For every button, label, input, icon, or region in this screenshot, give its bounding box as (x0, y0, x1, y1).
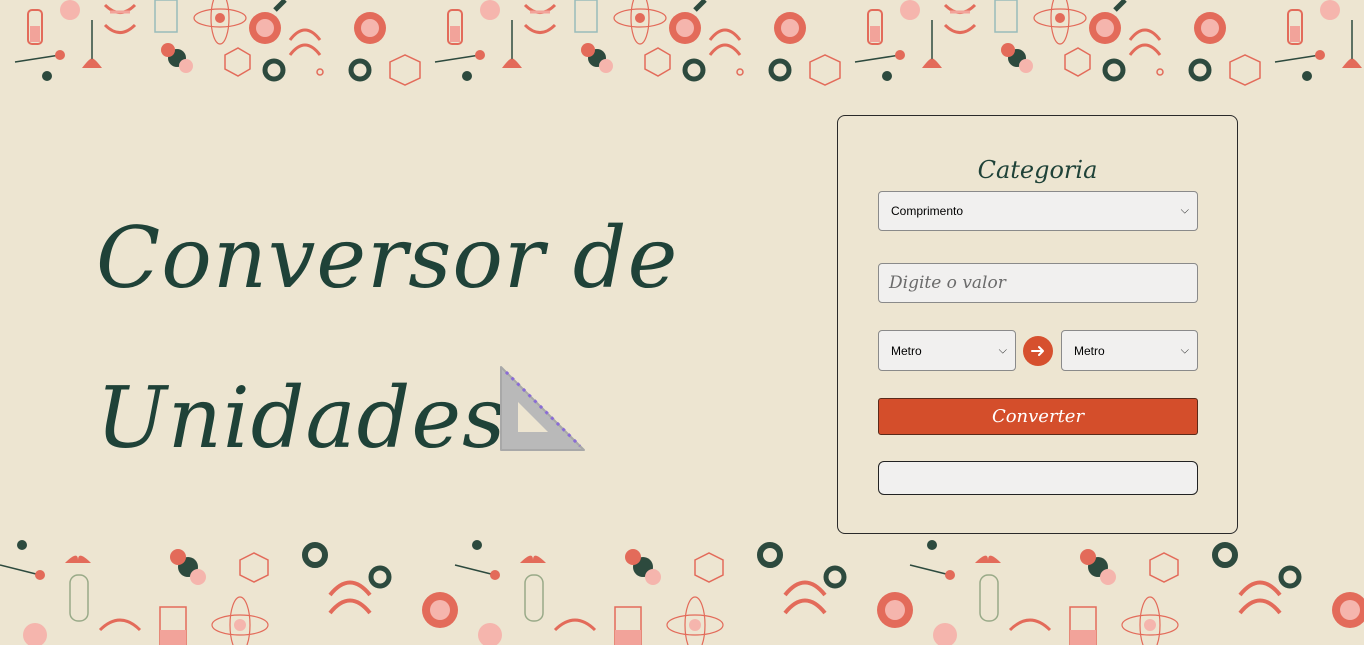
category-select[interactable]: Comprimento ⌵ (878, 191, 1198, 231)
chevron-down-icon: ⌵ (998, 344, 1007, 356)
to-unit-value: Metro (1074, 343, 1105, 358)
category-label: Categoria (977, 156, 1098, 184)
triangular-ruler-icon (498, 364, 588, 458)
chevron-down-icon: ⌵ (1180, 344, 1189, 356)
title-line-1: Conversor de (96, 209, 679, 307)
top-science-pattern (0, 0, 1364, 90)
category-select-value: Comprimento (891, 204, 964, 218)
arrow-right-icon[interactable] (1023, 336, 1053, 366)
from-unit-value: Metro (891, 343, 922, 358)
from-unit-select[interactable]: Metro ⌵ (878, 330, 1016, 371)
result-field (878, 461, 1198, 495)
value-input[interactable]: Digite o valor (878, 263, 1198, 303)
title-line-2: Unidades (96, 369, 507, 467)
converter-card: Categoria Comprimento ⌵ Digite o valor M… (837, 115, 1238, 534)
to-unit-select[interactable]: Metro ⌵ (1061, 330, 1198, 371)
page-title: Conversor de Unidades (96, 178, 678, 498)
value-input-placeholder: Digite o valor (889, 273, 1006, 293)
bottom-science-pattern (0, 535, 1364, 645)
chevron-down-icon: ⌵ (1180, 204, 1189, 217)
convert-button[interactable]: Converter (878, 398, 1198, 435)
